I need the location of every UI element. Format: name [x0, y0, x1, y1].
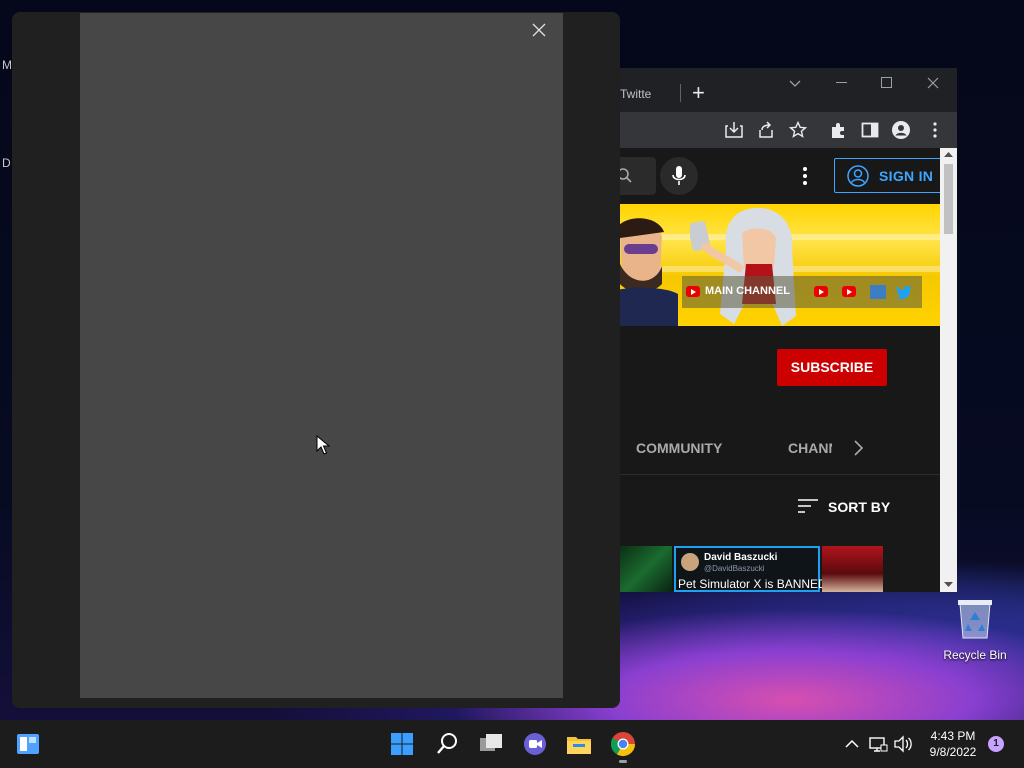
blank-content-panel — [80, 13, 563, 698]
youtube-header: SIGN IN — [620, 148, 940, 204]
network-icon[interactable] — [868, 734, 888, 754]
tab-channels[interactable]: CHANNELS — [788, 440, 832, 456]
voice-search-button[interactable] — [660, 157, 698, 195]
channel-banner: MAIN CHANNEL — [620, 204, 940, 326]
volume-icon[interactable] — [893, 734, 913, 754]
twitter-link-icon[interactable] — [896, 285, 912, 299]
scrollbar-thumb[interactable] — [944, 164, 953, 234]
youtube-link-icon[interactable] — [842, 286, 856, 297]
profile-icon[interactable] — [892, 121, 910, 139]
sort-by-label: SORT BY — [828, 499, 891, 515]
widgets-icon[interactable] — [12, 728, 44, 760]
tweet-text: Pet Simulator X is BANNED — [678, 577, 827, 591]
search-icon — [620, 168, 632, 183]
tab-strip: Twitte + — [600, 68, 957, 112]
share-icon[interactable] — [757, 121, 775, 139]
youtube-settings-kebab-icon[interactable] — [796, 164, 814, 188]
start-icon[interactable] — [386, 728, 418, 760]
avatar — [681, 553, 699, 571]
youtube-link-icon[interactable] — [686, 286, 700, 297]
microphone-icon — [672, 166, 686, 185]
task-view-icon[interactable] — [475, 728, 507, 760]
extensions-icon[interactable] — [829, 121, 847, 139]
chevron-up-icon[interactable] — [842, 734, 862, 754]
install-icon[interactable] — [725, 121, 743, 139]
tweet-author-handle: @DavidBaszucki — [704, 564, 765, 573]
taskbar: 4:43 PM 9/8/2022 1 — [0, 720, 1024, 768]
video-thumbnail[interactable] — [620, 546, 672, 592]
clock-time: 4:43 PM — [930, 729, 976, 743]
sign-in-label: SIGN IN — [879, 168, 934, 184]
tweet-author-name: David Baszucki — [704, 552, 778, 563]
sign-in-button[interactable]: SIGN IN — [834, 158, 940, 193]
maximize-icon[interactable] — [881, 77, 893, 89]
browser-toolbar — [600, 112, 957, 148]
chrome-active-indicator — [619, 760, 627, 763]
banner-links-bar: MAIN CHANNEL — [682, 276, 922, 308]
tab-search-chevron-down-icon[interactable] — [789, 78, 801, 90]
tab-community[interactable]: COMMUNITY — [636, 440, 722, 456]
account-circle-icon — [847, 165, 869, 187]
scroll-down-arrow-icon[interactable] — [944, 582, 953, 588]
chevron-right-icon[interactable] — [850, 438, 866, 458]
blank-dialog-window — [12, 12, 620, 708]
star-icon[interactable] — [789, 121, 807, 139]
window-close-icon[interactable] — [927, 77, 939, 89]
video-thumbnail-tweet[interactable]: David Baszucki @DavidBaszucki Pet Simula… — [674, 546, 827, 592]
kebab-menu-icon[interactable] — [926, 121, 944, 139]
recycle-bin-icon — [958, 600, 992, 639]
browser-tab-twitter[interactable]: Twitte — [620, 87, 651, 101]
video-thumbnail[interactable] — [822, 546, 883, 592]
file-explorer-icon[interactable] — [563, 728, 595, 760]
tabs-divider — [620, 474, 940, 475]
youtube-link-icon[interactable] — [814, 286, 828, 297]
system-clock[interactable]: 4:43 PM 9/8/2022 — [918, 728, 988, 760]
recycle-bin[interactable]: Recycle Bin — [940, 598, 1010, 662]
chat-icon[interactable] — [519, 728, 551, 760]
new-tab-button[interactable]: + — [692, 82, 705, 104]
main-channel-link[interactable]: MAIN CHANNEL — [705, 285, 790, 297]
clock-date: 9/8/2022 — [929, 745, 977, 759]
page-scrollbar[interactable] — [940, 148, 957, 592]
minimize-icon[interactable] — [836, 82, 848, 84]
tab-separator — [680, 84, 681, 102]
subscribe-button[interactable]: SUBSCRIBE — [777, 349, 887, 386]
chrome-window: Twitte + SIGN IN MAIN CHANNEL SUBSCRIBE … — [600, 68, 957, 592]
chrome-icon[interactable] — [607, 728, 639, 760]
banner-character-bearded-avatar — [620, 218, 678, 326]
scroll-up-arrow-icon[interactable] — [944, 152, 953, 158]
search-icon[interactable] — [431, 728, 463, 760]
sort-icon — [798, 499, 818, 513]
youtube-channel-page: SIGN IN MAIN CHANNEL SUBSCRIBE COMMUNITY… — [620, 148, 940, 592]
video-thumbnail-row: David Baszucki @DavidBaszucki Pet Simula… — [620, 546, 883, 592]
mouse-cursor-icon — [316, 435, 330, 455]
side-panel-icon[interactable] — [861, 121, 879, 139]
search-button[interactable] — [620, 157, 656, 195]
desktop-icon-label-d[interactable]: D — [2, 156, 11, 170]
notification-badge[interactable]: 1 — [988, 736, 1004, 752]
recycle-bin-label: Recycle Bin — [943, 648, 1007, 662]
close-icon[interactable] — [529, 20, 549, 40]
desktop-icon-label-m[interactable]: M — [2, 58, 12, 72]
roblox-link-icon[interactable] — [870, 285, 886, 299]
